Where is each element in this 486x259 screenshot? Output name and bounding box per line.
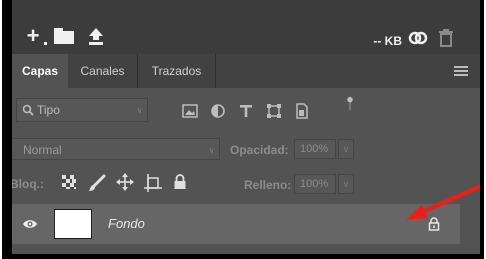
screenshot-frame: + -- KB Capas Canales Trazados Tipo ∨ No…: [2, 0, 484, 259]
layers-panel: + -- KB Capas Canales Trazados Tipo ∨ No…: [12, 0, 480, 254]
annotation-arrow-icon: [406, 183, 480, 220]
